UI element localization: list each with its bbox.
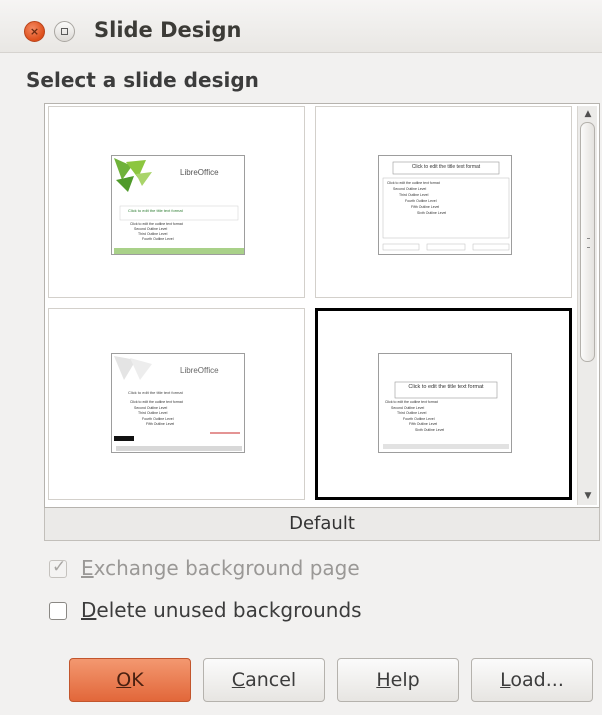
design-item-3[interactable]: LibreOffice Click to edit the title text… (48, 308, 305, 500)
design-item-1[interactable]: LibreOffice Click to edit the title text… (48, 106, 305, 298)
cancel-button[interactable]: Cancel (203, 658, 325, 702)
design-item-2[interactable]: Click to edit the title text format Clic… (315, 106, 572, 298)
design-item-default[interactable]: Click to edit the title text format Clic… (315, 308, 572, 500)
thumb-outline: Click to edit the outline text format Se… (130, 400, 183, 426)
brand-logo-text: LibreOffice (180, 168, 219, 177)
thumb-title-text: Click to edit the title text format (128, 208, 183, 213)
maximize-icon[interactable] (54, 21, 75, 42)
design-thumbnail: Click to edit the title text format Clic… (378, 353, 512, 453)
checkmark-icon: ✓ (52, 557, 67, 577)
close-icon[interactable]: × (24, 21, 45, 42)
gallery-scrollbar[interactable]: ▲ ▼ (577, 106, 597, 505)
scroll-down-icon[interactable]: ▼ (582, 490, 594, 502)
scrollbar-thumb[interactable] (580, 122, 595, 362)
exchange-background-option: ✓ Exchange background page (49, 556, 360, 580)
section-heading: Select a slide design (26, 68, 259, 92)
exchange-background-checkbox: ✓ (49, 557, 67, 578)
ok-button[interactable]: OK (69, 658, 191, 702)
design-thumbnail: Click to edit the title text format Clic… (378, 155, 512, 255)
load-button[interactable]: Load... (471, 658, 593, 702)
title-bar: × Slide Design (0, 0, 602, 53)
thumb-outline: Click to edit the outline text format Se… (130, 222, 183, 241)
design-gallery[interactable]: LibreOffice Click to edit the title text… (44, 103, 600, 508)
thumb-title-text: Click to edit the title text format (411, 164, 481, 170)
thumb-outline: Click to edit the outline text format Se… (387, 181, 447, 215)
thumb-title-text: Click to edit the title text format (128, 390, 183, 395)
design-thumbnail: LibreOffice Click to edit the title text… (111, 353, 245, 453)
brand-logo-text: LibreOffice (180, 366, 219, 375)
selected-design-name: Default (44, 508, 600, 541)
design-thumbnail: LibreOffice Click to edit the title text… (111, 155, 245, 255)
window-title: Slide Design (94, 18, 242, 42)
delete-unused-option[interactable]: Delete unused backgrounds (49, 598, 362, 622)
thumb-title-text: Click to edit the title text format (408, 384, 484, 390)
scroll-up-icon[interactable]: ▲ (582, 108, 594, 120)
thumb-outline: Click to edit the outline text format Se… (385, 400, 445, 432)
help-button[interactable]: Help (337, 658, 459, 702)
delete-unused-checkbox[interactable] (49, 602, 67, 620)
